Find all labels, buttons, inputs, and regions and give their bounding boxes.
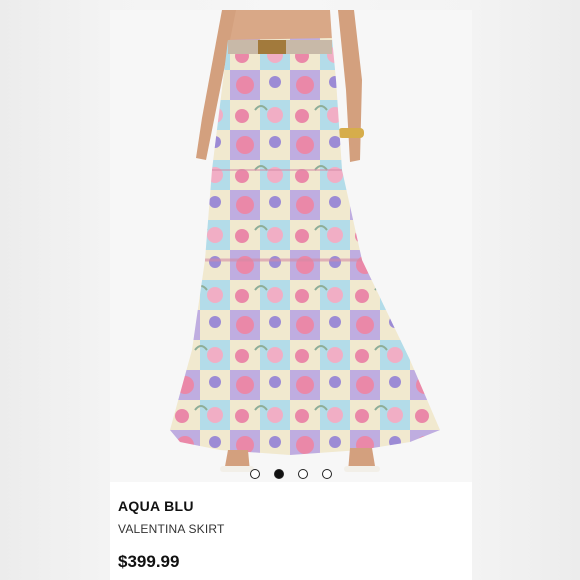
product-price: $399.99 [118,552,180,571]
product-card[interactable]: AQUA BLU VALENTINA SKIRT $399.99 [110,10,472,580]
carousel-dot[interactable] [250,469,260,479]
product-info: AQUA BLU VALENTINA SKIRT $399.99 [118,498,464,572]
carousel-dots [110,469,472,481]
carousel-dot[interactable] [322,469,332,479]
product-name[interactable]: VALENTINA SKIRT [118,522,464,536]
carousel-dot[interactable] [298,469,308,479]
product-photo[interactable] [110,10,472,482]
brand-name[interactable]: AQUA BLU [118,498,464,514]
carousel-dot-active[interactable] [274,469,284,479]
